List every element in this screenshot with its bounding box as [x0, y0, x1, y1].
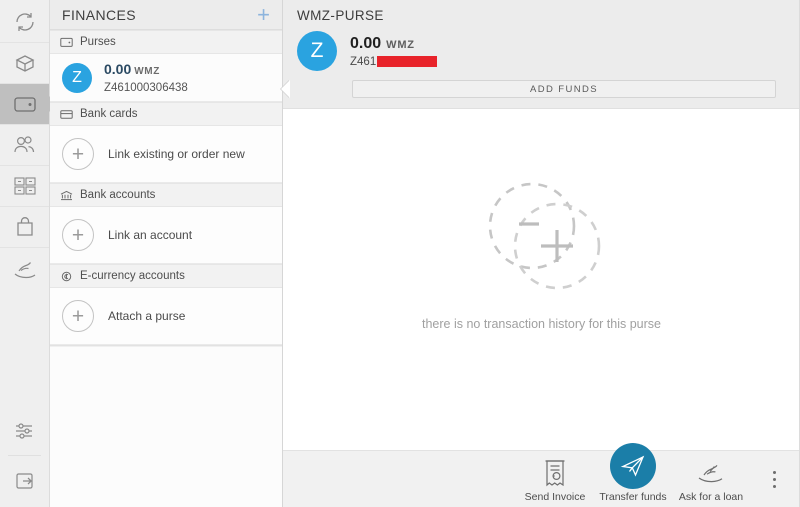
attach-purse-label: Attach a purse	[108, 309, 186, 323]
shopping-bag-icon	[13, 215, 37, 239]
bank-card-icon	[60, 109, 74, 120]
rail-item-finances[interactable]	[0, 84, 57, 125]
settings-sliders-icon	[13, 420, 37, 442]
apps-grid-icon	[12, 174, 38, 198]
more-vertical-icon[interactable]	[762, 459, 786, 499]
paper-plane-icon	[610, 442, 656, 489]
purse-summary: Z 0.00 WMZ Z461	[297, 31, 786, 71]
section-label: E-currency accounts	[80, 270, 185, 282]
finances-list: Purses Z 0.00 WMZ Z461000306438 Bank car…	[50, 30, 282, 346]
rail-item-loans[interactable]	[0, 248, 49, 289]
rail-item-logout[interactable]	[0, 460, 49, 501]
section-header-purses: Purses	[50, 30, 282, 54]
purse-amount: 0.00	[350, 34, 382, 52]
dot	[772, 484, 776, 488]
section-label: Purses	[80, 36, 116, 48]
purse-list-item[interactable]: Z 0.00 WMZ Z461000306438	[50, 54, 282, 102]
plus-icon: +	[62, 138, 94, 170]
rail-item-services[interactable]	[0, 166, 49, 207]
plus-icon: +	[62, 300, 94, 332]
add-funds-button[interactable]: ADD FUNDS	[352, 80, 776, 98]
transaction-history-empty-state: there is no transaction history for this…	[283, 109, 800, 450]
ask-for-loan-action[interactable]: Ask for a loan	[672, 455, 750, 503]
rail-item-settings[interactable]	[0, 410, 49, 451]
loan-hand-icon	[696, 455, 726, 489]
invoice-icon	[541, 455, 569, 489]
weblmoney-finances-window: FINANCES + Purses Z 0.00 WMZ Z4610003064…	[0, 0, 800, 507]
rail-primary-group	[0, 0, 57, 289]
purse-number: Z461000306438	[104, 81, 188, 94]
purse-amount: 0.00	[104, 60, 132, 77]
e-currency-icon	[60, 271, 74, 282]
finances-header: FINANCES +	[50, 0, 282, 30]
exchange-icon	[13, 10, 37, 34]
avatar: Z	[297, 31, 337, 71]
link-bank-card-label: Link existing or order new	[108, 147, 245, 161]
purse-action-footer: Send Invoice Transfer funds Ask for a lo…	[283, 442, 800, 507]
package-icon	[13, 51, 37, 75]
rail-secondary-group	[0, 410, 49, 507]
redaction-bar	[377, 56, 438, 67]
send-invoice-action[interactable]: Send Invoice	[516, 455, 594, 503]
purse-summary-details: 0.00 WMZ Z461	[350, 35, 438, 68]
page-title: FINANCES	[62, 6, 136, 23]
link-bank-card-row[interactable]: + Link existing or order new	[50, 126, 282, 183]
send-invoice-label: Send Invoice	[524, 490, 586, 503]
rail-item-shop[interactable]	[0, 207, 49, 248]
avatar: Z	[62, 62, 92, 93]
rail-item-exchange[interactable]	[0, 2, 49, 43]
rail-divider	[8, 455, 41, 456]
add-finance-button[interactable]: +	[253, 3, 274, 25]
finances-empty-space	[50, 346, 282, 507]
purse-detail-panel: WMZ-PURSE Z 0.00 WMZ Z461 ADD FUNDS ther…	[283, 0, 800, 507]
left-icon-rail	[0, 0, 57, 507]
loan-hand-icon	[12, 257, 38, 281]
attach-purse-row[interactable]: + Attach a purse	[50, 288, 282, 345]
link-bank-account-label: Link an account	[108, 228, 193, 242]
section-header-bank-cards: Bank cards	[50, 102, 282, 126]
link-bank-account-row[interactable]: + Link an account	[50, 207, 282, 264]
purse-detail-header: WMZ-PURSE Z 0.00 WMZ Z461 ADD FUNDS	[283, 0, 800, 109]
people-icon	[12, 133, 38, 157]
ask-for-loan-label: Ask for a loan	[678, 490, 744, 503]
section-header-ecurrency-accounts: E-currency accounts	[50, 264, 282, 288]
collapse-panel-handle[interactable]	[281, 80, 290, 98]
purse-number-visible: Z461	[350, 55, 377, 68]
finances-panel: FINANCES + Purses Z 0.00 WMZ Z4610003064…	[50, 0, 290, 507]
section-label: Bank accounts	[80, 189, 156, 201]
purse-details: 0.00 WMZ Z461000306438	[104, 60, 188, 95]
rail-item-parcels[interactable]	[0, 43, 49, 84]
logout-icon	[13, 470, 37, 492]
rail-item-contacts[interactable]	[0, 125, 49, 166]
purse-icon	[60, 37, 74, 48]
dot	[772, 477, 776, 481]
plus-icon: +	[62, 219, 94, 251]
transfer-funds-label: Transfer funds	[599, 490, 667, 503]
purse-detail-title: WMZ-PURSE	[297, 8, 384, 23]
minus-plus-circles-icon	[477, 174, 607, 301]
empty-state-text: there is no transaction history for this…	[421, 316, 661, 331]
dot	[772, 470, 776, 474]
purse-currency: WMZ	[386, 38, 415, 51]
purse-currency: WMZ	[134, 65, 160, 77]
purse-balance-row: 0.00 WMZ	[104, 60, 188, 80]
purse-number: Z461	[350, 55, 438, 68]
bank-icon	[60, 190, 74, 201]
wallet-icon	[12, 92, 38, 116]
section-header-bank-accounts: Bank accounts	[50, 183, 282, 207]
section-label: Bank cards	[80, 108, 138, 120]
transfer-funds-action[interactable]: Transfer funds	[594, 442, 672, 503]
purse-balance-row: 0.00 WMZ	[350, 35, 437, 53]
